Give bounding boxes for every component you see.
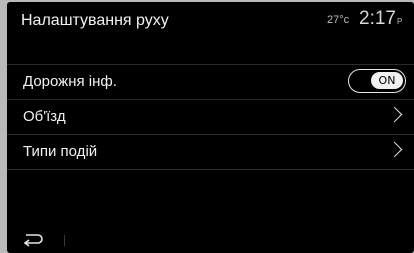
toggle-on-label: ON bbox=[371, 72, 403, 89]
settings-list: Дорожня інф. ON Об'їзд Типи подій bbox=[7, 64, 414, 170]
status-bar: Налаштування руху 27°c 2:17P bbox=[7, 2, 414, 52]
screen: Налаштування руху 27°c 2:17P Дорожня інф… bbox=[7, 2, 414, 253]
clock: 2:17P bbox=[359, 8, 402, 30]
bottom-divider bbox=[64, 235, 65, 246]
traffic-info-label: Дорожня інф. bbox=[23, 73, 117, 90]
chevron-right-icon bbox=[386, 141, 403, 158]
detour-row[interactable]: Об'їзд bbox=[7, 100, 414, 135]
event-types-label: Типи подій bbox=[23, 143, 98, 160]
traffic-info-toggle[interactable]: ON bbox=[348, 69, 406, 93]
temperature-readout: 27°c bbox=[327, 14, 350, 26]
traffic-info-row[interactable]: Дорожня інф. ON bbox=[7, 64, 414, 100]
event-types-row[interactable]: Типи подій bbox=[7, 135, 414, 170]
detour-chevron-button[interactable] bbox=[374, 100, 414, 134]
clock-time: 2:17 bbox=[359, 8, 396, 29]
event-types-chevron-button[interactable] bbox=[374, 135, 414, 169]
chevron-right-icon bbox=[386, 106, 403, 123]
back-arrow-icon bbox=[23, 234, 43, 247]
bottom-bar bbox=[7, 223, 414, 253]
detour-label: Об'їзд bbox=[23, 108, 66, 125]
page-title: Налаштування руху bbox=[21, 12, 169, 29]
clock-ampm: P bbox=[396, 17, 403, 26]
back-button[interactable] bbox=[21, 229, 45, 249]
